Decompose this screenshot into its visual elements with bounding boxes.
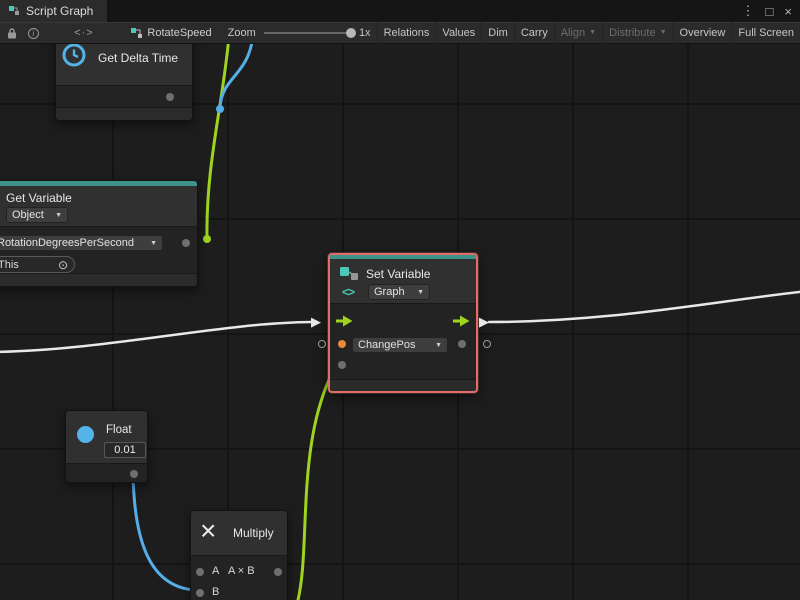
node-float[interactable]: Float 0.01 (65, 410, 148, 483)
graph-variable-icon: <> (342, 285, 354, 299)
wire-flow-out[interactable] (489, 291, 800, 322)
this-object-field[interactable]: This ⊙ (0, 256, 75, 273)
flow-input-arrow-icon[interactable] (336, 315, 353, 327)
code-icon: <·> (74, 27, 94, 39)
chevron-down-icon: ▼ (417, 289, 424, 296)
wire-float-to-multiply[interactable] (133, 472, 194, 590)
toolbar-button-carry[interactable]: Carry (515, 22, 555, 44)
multiply-input-b-port[interactable] (196, 589, 204, 597)
clock-icon (61, 44, 87, 68)
flow-in-port[interactable]: ▶ (311, 315, 321, 328)
toolbar-button-distribute: Distribute▼ (603, 22, 673, 44)
toolbar-button-relations[interactable]: Relations (377, 22, 437, 44)
toolbar-button-dim[interactable]: Dim (482, 22, 515, 44)
node-footer (0, 273, 197, 286)
variable-name-dropdown[interactable]: ChangePos ▼ (352, 337, 448, 353)
wire-multiply-to-setvariable[interactable] (297, 364, 337, 600)
target-picker-icon[interactable]: ⊙ (58, 258, 68, 272)
tab-bar: Script Graph ⋮ □ × (0, 0, 800, 22)
wire-endpoint-blue[interactable] (216, 105, 224, 113)
info-icon: i (28, 28, 39, 39)
flow-output-arrow-icon[interactable] (453, 315, 470, 327)
float-icon (77, 426, 94, 443)
wire-green-top[interactable] (207, 44, 229, 236)
flow-out-port[interactable]: ▶ (479, 315, 489, 328)
set-variable-extra-port[interactable] (338, 361, 346, 369)
chevron-down-icon: ▼ (150, 240, 157, 247)
zoom-slider[interactable] (264, 32, 351, 34)
chevron-down-icon: ▼ (589, 23, 596, 43)
script-graph-icon (8, 5, 20, 17)
graph-name: RotateSpeed (147, 27, 211, 39)
variable-scope-dropdown[interactable]: Graph ▼ (368, 284, 430, 300)
lock-button[interactable] (2, 22, 23, 44)
graph-canvas[interactable]: Time Get Delta Time Get Variable Object … (0, 44, 800, 600)
maximize-icon[interactable]: □ (766, 4, 774, 19)
port-label-result: A × B (228, 565, 255, 577)
chevron-down-icon: ▼ (660, 23, 667, 43)
lock-icon (6, 27, 18, 39)
float-value-input[interactable]: 0.01 (104, 442, 146, 458)
float-output-port[interactable] (130, 470, 138, 478)
node-set-variable[interactable]: Set Variable <> Graph ▼ ChangePos ▼ (328, 253, 478, 393)
get-variable-output-port[interactable] (182, 239, 190, 247)
tab-script-graph[interactable]: Script Graph (0, 0, 107, 22)
close-icon[interactable]: × (784, 4, 792, 19)
node-title: Get Variable (6, 191, 72, 205)
node-title: Get Delta Time (98, 51, 178, 65)
node-multiply[interactable]: × Multiply A A × B B (190, 510, 288, 600)
unconnected-port-right[interactable] (483, 340, 491, 348)
multiply-output-port[interactable] (274, 568, 282, 576)
node-title: Set Variable (366, 267, 430, 281)
set-variable-value-port[interactable] (338, 340, 346, 348)
toolbar-button-full-screen[interactable]: Full Screen (732, 22, 800, 44)
toolbar-button-overview[interactable]: Overview (674, 22, 733, 44)
toolbar-button-values[interactable]: Values (436, 22, 482, 44)
delta-time-output-port[interactable] (166, 93, 174, 101)
multiply-input-a-port[interactable] (196, 568, 204, 576)
multiply-icon: × (200, 517, 216, 545)
set-variable-output-port[interactable] (458, 340, 466, 348)
toolbar-button-align: Align▼ (555, 22, 603, 44)
zoom-value: 1x (359, 27, 371, 39)
tab-label: Script Graph (26, 4, 93, 18)
menu-icon[interactable]: ⋮ (742, 3, 755, 19)
variable-name-dropdown[interactable]: RotationDegreesPerSecond ▼ (0, 235, 163, 251)
node-footer (56, 107, 192, 120)
node-footer (330, 379, 476, 391)
code-view-button[interactable]: <·> (70, 22, 98, 44)
zoom-label: Zoom (228, 27, 256, 39)
window-controls: ⋮ □ × (742, 0, 792, 22)
graph-toolbar: i <·> RotateSpeed Zoom 1x Relations Valu… (0, 22, 800, 44)
node-category: Time (98, 44, 120, 47)
node-title: Float (106, 424, 132, 436)
variable-scope-dropdown[interactable]: Object ▼ (6, 207, 68, 223)
chevron-down-icon: ▼ (435, 342, 442, 349)
chevron-down-icon: ▼ (55, 212, 62, 219)
info-button[interactable]: i (23, 22, 44, 44)
node-get-delta-time[interactable]: Time Get Delta Time (55, 44, 193, 121)
unconnected-port-left[interactable] (318, 340, 326, 348)
port-label-b: B (212, 586, 219, 598)
wire-endpoint-green[interactable] (203, 235, 211, 243)
set-variable-icon (338, 263, 360, 285)
port-label-a: A (212, 565, 219, 577)
node-get-variable[interactable]: Get Variable Object ▼ RotationDegreesPer… (0, 180, 198, 287)
script-graph-icon (130, 27, 142, 40)
node-title: Multiply (233, 526, 274, 540)
zoom-slider-handle[interactable] (346, 28, 356, 38)
wire-flow-in[interactable] (0, 322, 311, 352)
